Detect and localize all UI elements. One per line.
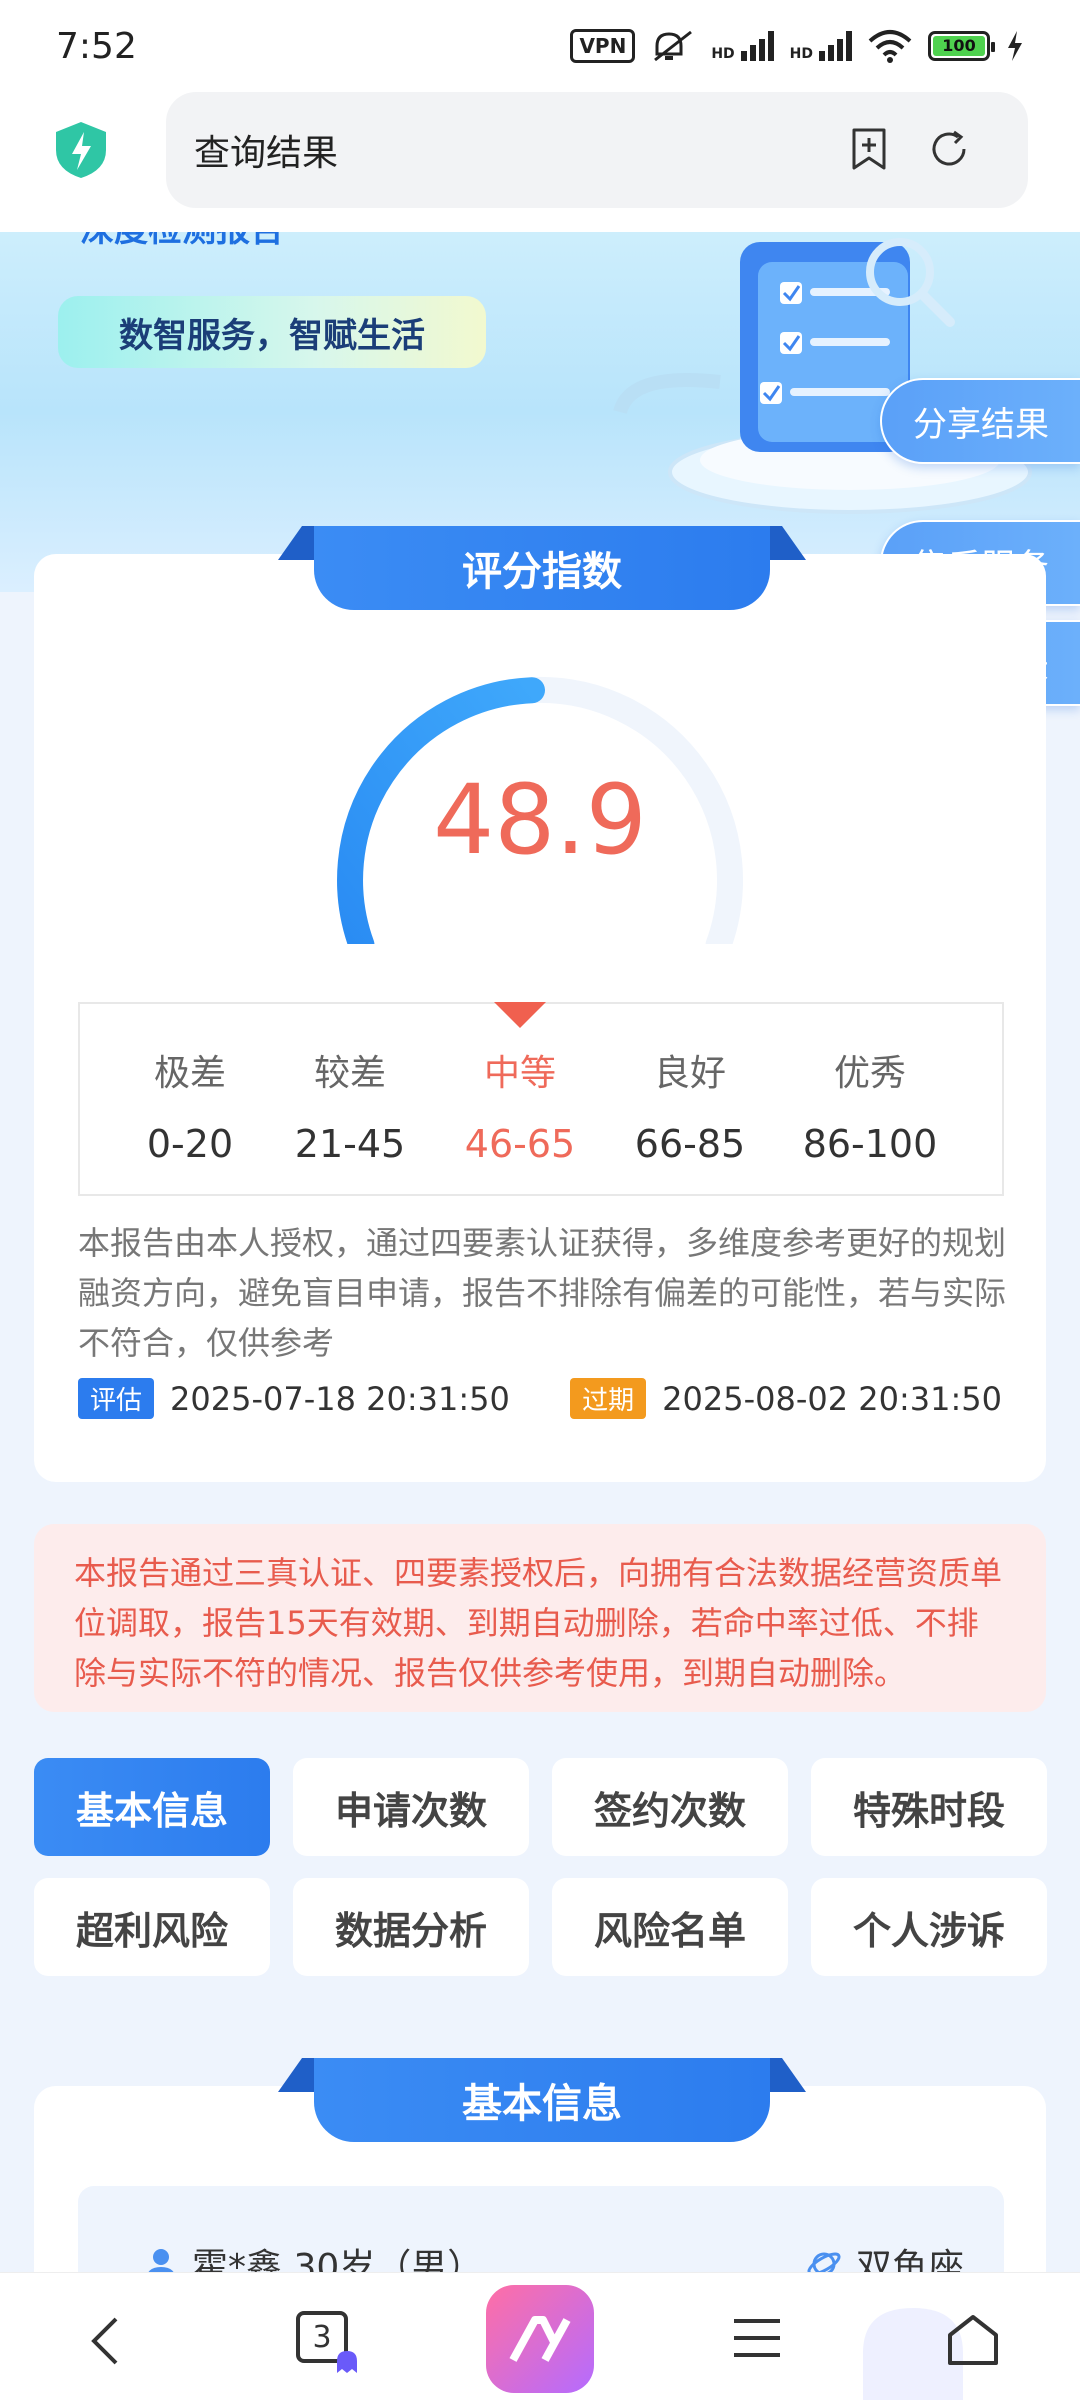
- basic-info-header: 基本信息: [278, 2058, 806, 2142]
- nav-tab-risk-list[interactable]: 风险名单: [552, 1878, 788, 1976]
- signal-icon-2: [819, 31, 852, 61]
- hero-slogan: 数智服务，智赋生活: [58, 296, 486, 368]
- score-level-3: 良好 66-85: [620, 1044, 760, 1166]
- nav-tab-application-count[interactable]: 申请次数: [293, 1758, 529, 1856]
- charging-icon: [1008, 31, 1022, 61]
- level-pointer-icon: [494, 1002, 546, 1028]
- expire-date: 2025-08-02 20:31:50: [662, 1379, 1002, 1418]
- vpn-icon: VPN: [570, 29, 636, 63]
- hd-label: HD: [711, 46, 735, 62]
- score-level-1: 较差 21-45: [280, 1044, 420, 1166]
- hero-title: 深度检测报告: [80, 232, 284, 251]
- report-clipboard-illustration: [613, 238, 1032, 514]
- signal-icon: [740, 31, 774, 61]
- expire-tag: 过期: [570, 1378, 647, 1419]
- ai-assistant-button[interactable]: [486, 2285, 594, 2393]
- status-bar: 7:52 VPN HD HD 100: [0, 0, 1080, 92]
- refresh-icon[interactable]: [926, 126, 972, 172]
- report-notice: 本报告通过三真认证、四要素授权后，向拥有合法数据经营资质单位调取，报告15天有效…: [34, 1524, 1046, 1712]
- score-value: 48.9: [433, 764, 647, 876]
- assess-date: 2025-07-18 20:31:50: [170, 1379, 510, 1418]
- address-bar[interactable]: 查询结果: [166, 92, 1028, 208]
- status-time: 7:52: [56, 25, 137, 67]
- score-level-range: 86-100: [802, 1122, 938, 1166]
- share-result-button[interactable]: 分享结果: [880, 378, 1080, 464]
- mute-icon: [654, 30, 693, 62]
- score-card: 评分指数 48.9 极差 0-20 较差 21-45 中等 46-65 良好 66-85 优秀 8…: [34, 526, 1046, 1482]
- browser-bottom-bar: 3: [0, 2272, 1080, 2400]
- score-level-4: 优秀 86-100: [800, 1044, 940, 1166]
- score-level-range: 0-20: [146, 1122, 234, 1166]
- security-shield-icon[interactable]: [54, 120, 108, 180]
- score-level-table: 极差 0-20 较差 21-45 中等 46-65 良好 66-85 优秀 86-100: [78, 1002, 1004, 1196]
- ghost-badge-icon: [337, 2351, 357, 2373]
- score-level-name: 极差: [153, 1053, 226, 1094]
- score-level-name: 较差: [313, 1053, 386, 1094]
- ai-logo-icon: [509, 2316, 571, 2362]
- expire-date-row: 过期 2025-08-02 20:31:50: [570, 1378, 1002, 1419]
- back-icon[interactable]: [86, 2313, 126, 2369]
- score-card-header: 评分指数: [278, 526, 806, 610]
- score-level-name: 良好: [653, 1053, 726, 1094]
- browser-bar: 查询结果: [0, 92, 1080, 232]
- assess-tag: 评估: [78, 1378, 155, 1419]
- battery-icon: 100: [928, 31, 995, 61]
- address-text: 查询结果: [194, 133, 339, 174]
- nav-tab-overlimit-risk[interactable]: 超利风险: [34, 1878, 270, 1976]
- status-icons: VPN HD HD 100: [570, 28, 1024, 64]
- score-level-2: 中等 46-65: [450, 1044, 590, 1166]
- score-level-range: 66-85: [634, 1122, 746, 1166]
- menu-icon[interactable]: [732, 2313, 782, 2363]
- wifi-icon: [868, 30, 912, 63]
- bookmark-add-icon[interactable]: [846, 126, 892, 172]
- nav-tab-special-period[interactable]: 特殊时段: [811, 1758, 1047, 1856]
- score-level-name: 中等: [483, 1053, 556, 1094]
- score-level-range: 21-45: [294, 1122, 406, 1166]
- nav-tab-data-analysis[interactable]: 数据分析: [293, 1878, 529, 1976]
- home-icon[interactable]: [946, 2313, 1000, 2367]
- basic-info-title: 基本信息: [314, 2058, 770, 2142]
- nav-tab-personal-litigation[interactable]: 个人涉诉: [811, 1878, 1047, 1976]
- score-level-name: 优秀: [833, 1053, 906, 1094]
- score-level-0: 极差 0-20: [120, 1044, 260, 1166]
- score-level-range: 46-65: [464, 1122, 576, 1166]
- score-card-title: 评分指数: [314, 526, 770, 610]
- assess-date-row: 评估 2025-07-18 20:31:50: [78, 1378, 510, 1419]
- nav-tab-basic-info[interactable]: 基本信息: [34, 1758, 270, 1856]
- nav-tab-contract-count[interactable]: 签约次数: [552, 1758, 788, 1856]
- report-disclaimer: 本报告由本人授权，通过四要素认证获得，多维度参考更好的规划融资方向，避免盲目申请…: [78, 1224, 1007, 1362]
- hd-label-2: HD: [789, 46, 813, 62]
